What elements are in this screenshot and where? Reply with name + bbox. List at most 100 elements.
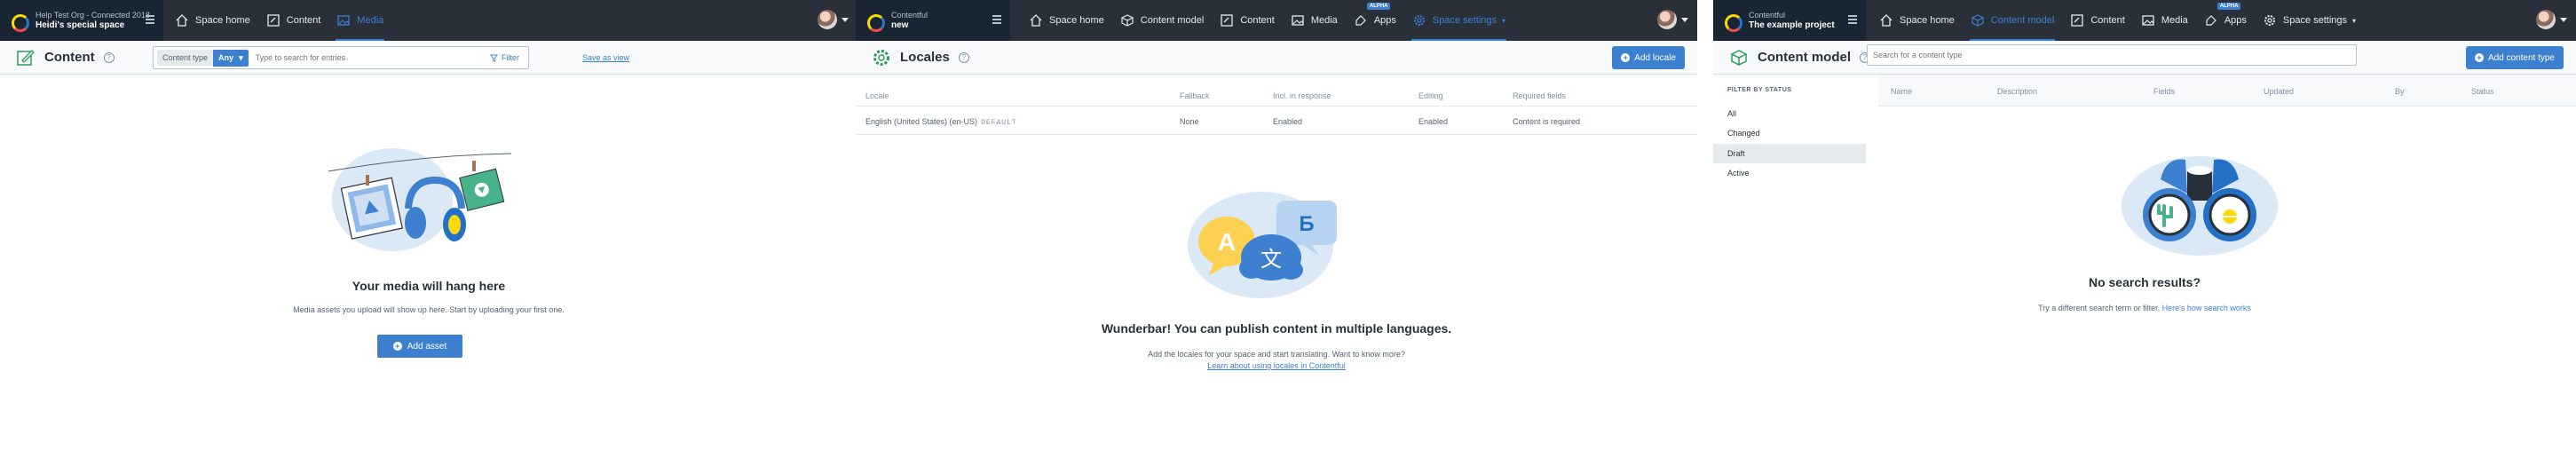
avatar: [818, 10, 837, 29]
chevron-down-icon: ▾: [2352, 16, 2357, 25]
nav-apps[interactable]: Apps ALPHA: [2196, 0, 2255, 41]
space-selector[interactable]: Contentful new: [856, 0, 1010, 41]
nav-label: Space home: [1900, 15, 1955, 26]
add-content-type-button[interactable]: + Add content type: [2465, 46, 2564, 69]
required-fields-cell: Content is required: [1513, 117, 1581, 126]
account-menu[interactable]: [1657, 10, 1688, 29]
filter-all[interactable]: All: [1713, 104, 1866, 123]
learn-locales-link[interactable]: Learn about using locales in Contentful: [856, 361, 1697, 370]
top-bar: Help Test Org - Connected 2018 Heidi's s…: [0, 0, 857, 41]
nav-media[interactable]: Media: [2133, 0, 2196, 41]
nav-label: Space settings: [1432, 15, 1497, 26]
account-menu[interactable]: [818, 10, 849, 29]
apps-icon: [1355, 15, 1366, 26]
add-asset-label: Add asset: [407, 341, 447, 352]
top-bar: Contentful new Space home Content model …: [856, 0, 1697, 41]
main-nav: Space home Content Media: [167, 0, 391, 41]
locale-name: English (United States) (en-US): [865, 117, 978, 126]
content-type-label: Content type: [157, 50, 214, 66]
column-header: Incl. in response: [1273, 91, 1331, 100]
space-name: Heidi's special space: [36, 20, 125, 30]
alpha-badge: ALPHA: [2216, 3, 2241, 10]
space-name: The example project: [1749, 20, 1835, 30]
plus-icon: +: [1621, 53, 1631, 62]
empty-state-description: Media assets you upload will show up her…: [293, 305, 565, 314]
search-help-link[interactable]: Here's how search works: [2162, 304, 2251, 312]
entry-search-bar: Content type Any Filter: [153, 46, 529, 69]
filter-draft[interactable]: Draft: [1713, 144, 1866, 163]
empty-state-title: No search results?: [2088, 275, 2201, 289]
filter-active[interactable]: Active: [1713, 163, 1866, 183]
nav-label: Content model: [1990, 15, 2055, 26]
nav-apps[interactable]: Apps ALPHA: [1346, 0, 1404, 41]
nav-label: Apps: [1373, 15, 1396, 26]
hamburger-icon[interactable]: [146, 15, 154, 26]
filter-icon: [490, 53, 498, 62]
hamburger-icon[interactable]: [1848, 15, 1857, 26]
org-name: Help Test Org - Connected 2018: [36, 11, 150, 20]
content-icon: [2071, 14, 2083, 27]
nav-content[interactable]: Content: [2062, 0, 2133, 41]
nav-space-settings[interactable]: Space settings ▾: [1404, 0, 1513, 41]
screenshot-collage: Help Test Org - Connected 2018 Heidi's s…: [0, 0, 2576, 474]
status-filter-sidebar: FILTER BY STATUS All Changed Draft Activ…: [1713, 75, 1866, 474]
account-menu[interactable]: [2536, 10, 2567, 29]
add-content-type-label: Add content type: [2487, 52, 2555, 63]
add-locale-button[interactable]: + Add locale: [1612, 46, 1685, 69]
content-icon: [1221, 14, 1233, 27]
content-types-table-header: Name Description Fields Updated By Statu…: [1878, 75, 2576, 107]
main-nav: Space home Content model Content Media A…: [1021, 0, 1513, 41]
nav-content-model[interactable]: Content model: [1963, 0, 2063, 41]
add-locale-label: Add locale: [1634, 52, 1676, 63]
nav-label: Apps: [2224, 15, 2247, 26]
media-icon: [2142, 15, 2154, 26]
nav-content[interactable]: Content: [1212, 0, 1283, 41]
languages-illustration: Б A 文: [1188, 192, 1337, 298]
main-nav: Space home Content model Content Media A…: [1871, 0, 2364, 41]
help-icon[interactable]: ?: [958, 51, 969, 63]
bubble-a-text: A: [1218, 228, 1236, 256]
search-input[interactable]: [255, 53, 490, 62]
page-title: Locales: [900, 50, 950, 65]
column-header: Fallback: [1180, 91, 1210, 100]
page-title: Content model: [1758, 50, 1851, 65]
content-model-icon: [1730, 49, 1748, 66]
content-page-icon: [17, 49, 35, 66]
nav-space-home[interactable]: Space home: [1871, 0, 1963, 41]
add-asset-button[interactable]: + Add asset: [377, 335, 462, 358]
filter-changed[interactable]: Changed: [1713, 123, 1866, 143]
nav-label: Content model: [1140, 15, 1205, 26]
filter-button[interactable]: Filter: [490, 53, 519, 62]
nav-label: Content: [2090, 15, 2125, 26]
nav-space-settings[interactable]: Space settings ▾: [2255, 0, 2364, 41]
hamburger-icon[interactable]: [992, 15, 1001, 26]
nav-content[interactable]: Content: [258, 0, 329, 41]
nav-space-home[interactable]: Space home: [167, 0, 258, 41]
gear-icon: [2264, 15, 2275, 26]
editing-cell: Enabled: [1418, 117, 1449, 126]
nav-label: Media: [357, 15, 384, 26]
nav-space-home[interactable]: Space home: [1021, 0, 1112, 41]
nav-content-model[interactable]: Content model: [1112, 0, 1213, 41]
empty-state-description: Add the locales for your space and start…: [1148, 350, 1405, 359]
content-type-search-input[interactable]: [1867, 44, 2357, 66]
org-name: Contentful: [891, 11, 928, 20]
save-as-view-link[interactable]: Save as view: [582, 53, 629, 62]
column-header: Status: [2471, 87, 2494, 96]
incl-in-response-cell: Enabled: [1273, 117, 1303, 126]
help-icon[interactable]: ?: [103, 51, 115, 63]
contentful-logo-icon: [1722, 12, 1742, 32]
space-selector[interactable]: Help Test Org - Connected 2018 Heidi's s…: [0, 0, 163, 41]
table-row[interactable]: English (United States) (en-US) DEFAULT N…: [856, 108, 1697, 135]
space-selector[interactable]: Contentful The example project: [1713, 0, 1866, 41]
media-screen: Help Test Org - Connected 2018 Heidi's s…: [0, 0, 857, 474]
nav-media[interactable]: Media: [1283, 0, 1346, 41]
media-icon: [337, 15, 350, 26]
bubble-be-text: Б: [1299, 212, 1314, 236]
nav-label: Space settings: [2282, 15, 2348, 26]
bubble-wen-text: 文: [1260, 247, 1282, 272]
nav-media[interactable]: Media: [328, 0, 391, 41]
nav-label: Media: [2161, 15, 2188, 26]
content-type-dropdown[interactable]: Any: [213, 49, 249, 67]
nav-label: Space home: [195, 15, 250, 26]
